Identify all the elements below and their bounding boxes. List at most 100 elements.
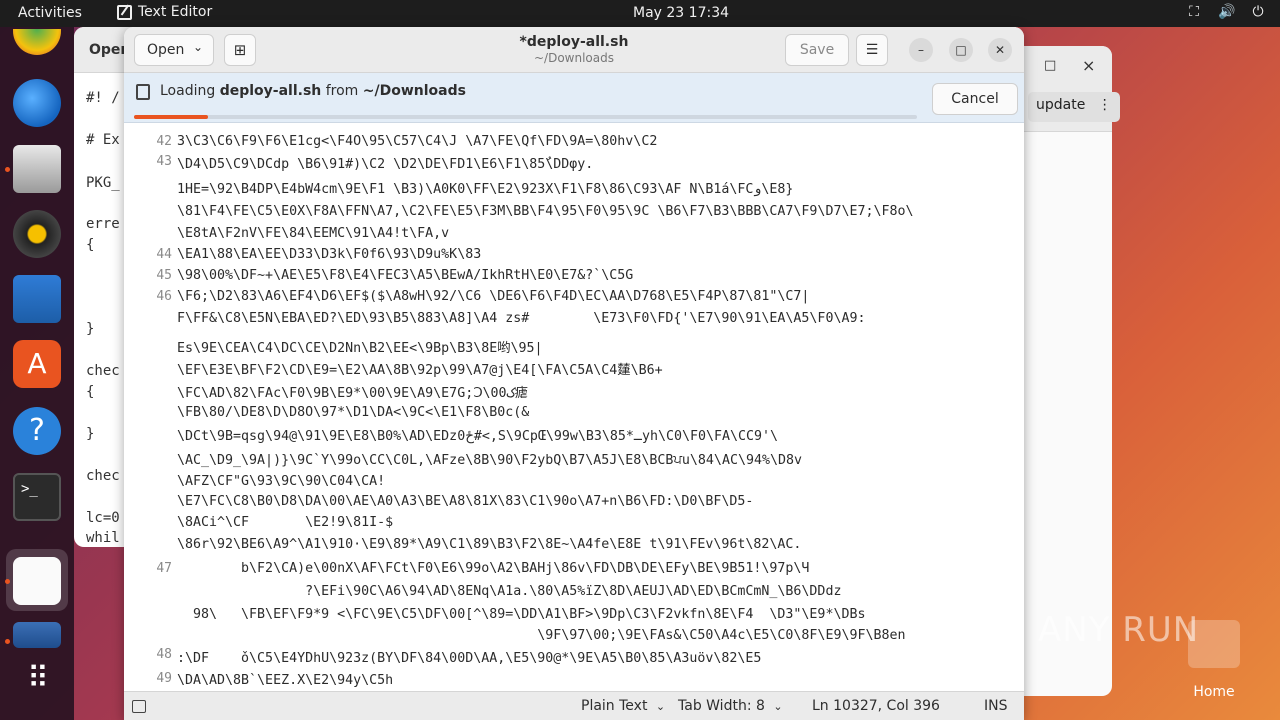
code-line: \AFZ\CF"G\93\9C\90\C04\CA! [177, 474, 386, 489]
writer-icon[interactable] [13, 275, 61, 323]
update-label: update [1036, 97, 1086, 113]
update-button[interactable]: update ⋮ [1028, 92, 1120, 122]
line-number: 47 [156, 561, 172, 576]
language-label: Plain Text [581, 698, 648, 714]
code-line: b\F2\CA)e\00nX\AF\FCt\F0\E6\99o\A2\BAHj\… [177, 561, 810, 576]
loading-message: Loading deploy-all.sh from ~/Downloads [160, 83, 466, 99]
cancel-button[interactable]: Cancel [932, 83, 1018, 115]
clock[interactable]: May 23 17:34 [633, 5, 729, 21]
bg-line: } [86, 321, 95, 337]
system-tray[interactable]: ⛶ 🔊 ⏻ [1186, 4, 1266, 20]
minimize-button[interactable]: – [909, 38, 933, 62]
save-button[interactable]: Save [785, 34, 849, 66]
running-indicator [5, 639, 10, 644]
header-bar: Open ⌄ ⊞ *deploy-all.sh ~/Downloads Save… [124, 27, 1024, 73]
chevron-down-icon: ⌄ [773, 700, 783, 713]
loading-from: from [325, 83, 359, 99]
home-desktop-icon[interactable]: Home [1186, 620, 1242, 700]
more-options-icon[interactable]: ⋮ [1098, 97, 1112, 113]
software-icon[interactable]: A [13, 340, 61, 388]
bg-line: { [86, 384, 95, 400]
tab-width-label: Tab Width: 8 [678, 698, 765, 714]
terminal-icon[interactable]: >_ [13, 473, 61, 521]
language-selector[interactable]: Plain Text ⌄ [581, 698, 665, 714]
code-line: \DCt\9B=qsg\94@\91\9E\E8\B0%\AD\EDzځ0#<,… [177, 429, 779, 444]
text-editor-icon [117, 4, 132, 20]
power-icon[interactable]: ⏻ [1250, 4, 1266, 20]
cursor-position[interactable]: Ln 10327, Col 396 [812, 698, 940, 714]
loading-dir: ~/Downloads [362, 83, 466, 99]
line-number: 48 [156, 647, 172, 662]
loading-prefix: Loading [160, 83, 216, 99]
right-window-header: □ × update ⋮ [1020, 46, 1120, 132]
activities-button[interactable]: Activities [18, 5, 82, 21]
code-line: 98\ \FB\EF\F9*9 <\FC\9E\C5\DF\00[^\89=\D… [177, 607, 866, 622]
close-button[interactable]: × [1082, 56, 1095, 75]
files-icon[interactable] [13, 145, 61, 193]
chrome-icon[interactable] [13, 29, 61, 55]
close-button[interactable]: ✕ [988, 38, 1012, 62]
sidebar-toggle-icon[interactable] [132, 700, 146, 713]
line-number: 42 [156, 134, 172, 149]
volume-icon[interactable]: 🔊 [1218, 4, 1235, 20]
code-view[interactable]: 42 43 44 45 46 47 48 49 3\C3\C6\F9\F6\E1… [124, 123, 1024, 691]
chevron-down-icon: ⌄ [192, 40, 203, 54]
show-apps-icon[interactable]: ⠿ [13, 657, 61, 705]
watermark-text: ANY RUN [1038, 610, 1200, 650]
bg-line: } [86, 426, 95, 442]
text-editor-window[interactable]: Open ⌄ ⊞ *deploy-all.sh ~/Downloads Save… [124, 27, 1024, 720]
screenshot-icon[interactable] [13, 622, 61, 648]
code-line: \EF\E3E\BF\F2\CD\E9=\E2\AA\8B\92p\99\A7@… [177, 363, 663, 378]
code-line: \EA1\88\EA\EE\D33\D3k\F0f6\93\D9u%K\83 [177, 247, 482, 262]
code-line: 3\C3\C6\F9\F6\E1cg<\F4O\95\C57\C4\J \A7\… [177, 134, 658, 149]
chevron-down-icon: ⌄ [655, 700, 666, 713]
thunderbird-icon[interactable] [13, 79, 61, 127]
bg-line: chec [86, 468, 120, 484]
loading-file: deploy-all.sh [219, 83, 322, 99]
running-indicator [5, 167, 10, 172]
line-number: 46 [156, 289, 172, 304]
code-line: Es\9E\CEA\C4\DC\CE\D2Nn\B2\EE<\9Bp\B3\8E… [177, 341, 543, 356]
open-label: Open [147, 42, 185, 58]
document-icon [136, 84, 150, 100]
code-line: \F6;\D2\83\A6\EF4\D6\EF$($\A8wH\92/\C6 \… [177, 289, 810, 304]
help-icon[interactable]: ? [13, 407, 61, 455]
code-line: ?\EFi\90C\A6\94\AD\8ENq\A1a.\80\A5%ïZ\8D… [177, 584, 842, 599]
background-window-right[interactable]: □ × update ⋮ [1020, 46, 1120, 696]
new-tab-icon: ⊞ [233, 41, 247, 59]
home-folder-icon [1188, 620, 1240, 668]
maximize-icon: □ [955, 43, 967, 57]
network-icon[interactable]: ⛶ [1186, 4, 1202, 20]
main-menu-button[interactable]: ☰ [856, 34, 888, 66]
bg-line: #! / [86, 90, 120, 106]
text-editor-dock-icon[interactable] [13, 557, 61, 605]
code-line: 1HE=\92\B4DP\E4bW4cm\9E\F1 \B3)\A0K0\FF\… [177, 182, 794, 197]
maximize-button[interactable]: □ [1044, 58, 1056, 73]
code-line: \98\00%\DF~+\AE\E5\F8\E4\FEC3\A5\BEwA/Ik… [177, 268, 634, 283]
code-line: \9F\97\00;\9E\FAs&\C50\A4c\E5\C0\8F\E9\9… [177, 628, 906, 643]
home-label: Home [1193, 684, 1235, 700]
insert-mode[interactable]: INS [984, 698, 1008, 714]
dock: A ? >_ ⠿ [0, 27, 74, 720]
bg-line: { [86, 237, 95, 253]
maximize-button[interactable]: □ [949, 38, 973, 62]
rhythmbox-icon[interactable] [13, 210, 61, 258]
bg-line: whil [86, 530, 120, 546]
code-line: \FB\80/\DE8\D\D8O\97*\D1\DA<\9C<\E1\F8\B… [177, 405, 530, 420]
code-line: \E7\FC\C8\B0\D8\DA\00\AE\A0\A3\BE\A8\81X… [177, 494, 754, 509]
document-title: *deploy-all.sh [519, 34, 629, 50]
loading-progress-fill [134, 115, 209, 119]
app-menu[interactable]: Text Editor [117, 4, 212, 20]
code-line: \AC_\D9_\9A|)}\9C`Y\99o\CC\C0L,\AFze\8B\… [177, 453, 802, 468]
window-title: *deploy-all.sh ~/Downloads [474, 34, 674, 65]
open-button[interactable]: Open ⌄ [134, 34, 214, 66]
new-tab-button[interactable]: ⊞ [224, 34, 256, 66]
line-number: 45 [156, 268, 172, 283]
bg-line: chec [86, 363, 120, 379]
line-number: 44 [156, 247, 172, 262]
tab-width-selector[interactable]: Tab Width: 8 ⌄ [678, 698, 783, 714]
bg-line: # Ex [86, 132, 120, 148]
hamburger-menu-icon: ☰ [865, 42, 879, 58]
top-bar: Activities Text Editor May 23 17:34 ⛶ 🔊 … [0, 0, 1280, 27]
loading-infobar: Loading deploy-all.sh from ~/Downloads C… [124, 73, 1024, 123]
